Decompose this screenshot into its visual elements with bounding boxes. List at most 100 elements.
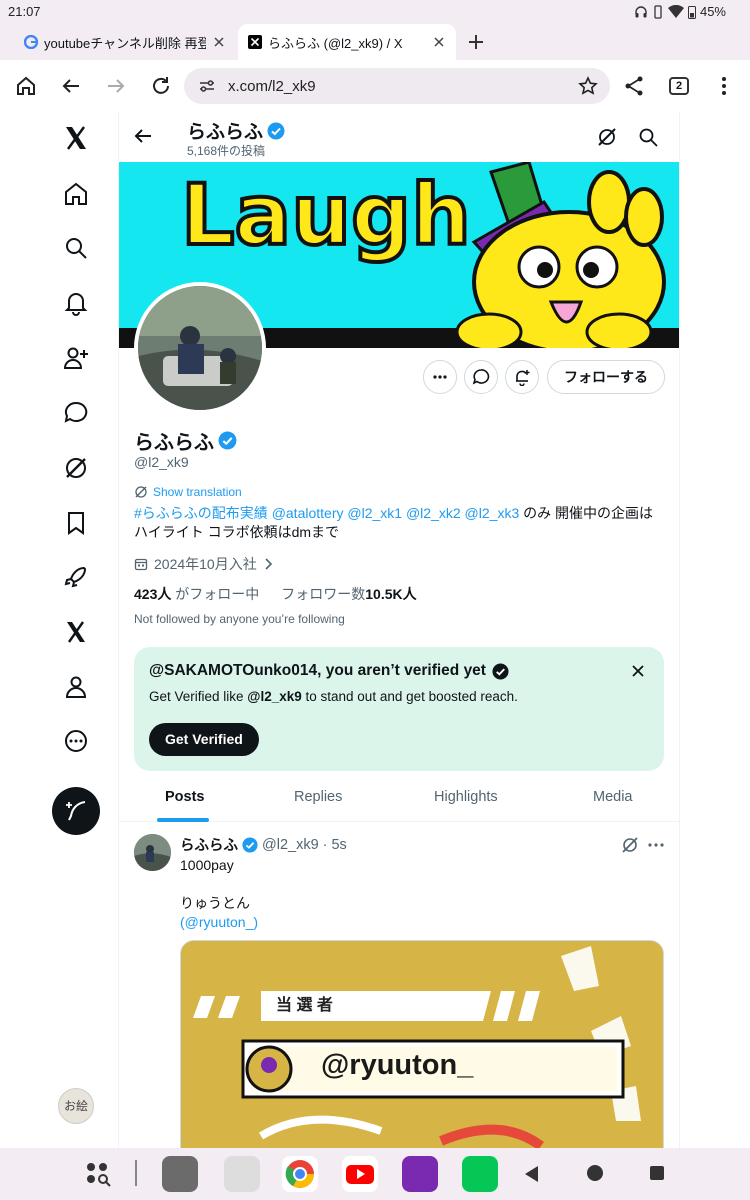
more-circle-icon[interactable] [62,727,90,755]
forward-icon[interactable] [104,74,128,98]
following-label: がフォロー中 [171,586,260,602]
browser-tab-youtube[interactable]: youtubeチャンネル削除 再登録 [14,24,236,60]
search-icon[interactable] [62,234,90,262]
verify-title-text: @SAKAMOTOunko014, you aren’t verified ye… [149,662,486,679]
battery-level: 45% [699,4,726,19]
winner-handle: @ryuuton_ [321,1049,474,1081]
chrome-app-icon[interactable] [282,1156,318,1192]
account-avatar[interactable]: お絵 [58,1088,94,1124]
tweet-text: 1000pay りゅうとん (@ryuuton_) [180,856,258,932]
profile-name: らふらふ [134,426,237,455]
close-icon[interactable] [630,663,646,679]
verification-promo: @SAKAMOTOunko014, you aren’t verified ye… [134,647,664,771]
share-icon[interactable] [622,74,646,98]
tab-media[interactable]: Media [593,789,633,805]
grok-icon[interactable] [621,836,639,854]
address-bar[interactable]: x.com/l2_xk9 [184,68,610,104]
back-icon[interactable] [59,74,83,98]
close-icon[interactable] [212,35,226,49]
tab-switcher-button[interactable]: 2 [669,77,689,95]
followers-label: フォロワー数 [281,586,366,602]
more-dots-icon[interactable] [647,836,665,854]
post-count: 5,168件の投稿 [187,144,266,158]
bookmarks-icon[interactable] [62,509,90,537]
not-followed-note: Not followed by anyone you’re following [134,612,345,626]
followers-link[interactable]: フォロワー数10.5K人 [281,584,416,604]
notify-button[interactable] [505,360,539,394]
wifi-icon [667,4,684,18]
tweet-avatar[interactable] [134,834,171,871]
tweet-mention-link[interactable]: (@ryuuton_) [180,913,258,932]
search-icon[interactable] [637,126,659,148]
home-icon[interactable] [14,74,38,98]
verify-sub-post: to stand out and get boosted reach. [301,689,518,704]
reload-icon[interactable] [149,74,173,98]
nav-back-icon[interactable] [522,1164,540,1184]
new-tab-icon[interactable] [466,32,486,52]
messages-icon[interactable] [62,399,90,427]
more-options-button[interactable] [423,360,457,394]
close-icon[interactable] [432,35,446,49]
bio-hashtag-link[interactable]: #らふらふの配布実績 [134,505,268,521]
bell-plus-icon [516,370,530,386]
show-translation-link[interactable]: Show translation [134,485,242,499]
tweet-time[interactable]: · 5s [323,837,347,853]
home-icon[interactable] [62,180,90,208]
profile-avatar[interactable] [134,282,266,414]
menu-dots-icon[interactable] [712,74,736,98]
bio-mention-link[interactable]: @atalottery [272,505,344,521]
youtube-app-icon[interactable] [342,1156,378,1192]
follow-button[interactable]: フォローする [547,360,665,394]
follow-user-icon[interactable] [62,344,90,372]
more-dots-icon [433,375,447,379]
winner-label: 当 選 者 [276,997,333,1014]
profile-bio: #らふらふの配布実績 @atalottery @l2_xk1 @l2_xk2 @… [134,504,664,542]
camera-app-icon[interactable] [224,1156,260,1192]
browser-tab-x-profile[interactable]: らふらふ (@l2_xk9) / X [238,24,456,60]
grok-icon[interactable] [62,454,90,482]
profile-column: らふらふ 5,168件の投稿 Laugh フォローする らふらふ @l2_xk9… [118,112,680,1148]
tweet-author-name[interactable]: らふらふ [180,834,238,855]
verified-badge-icon [242,836,258,853]
x-premium-icon[interactable] [62,618,90,646]
bio-mention-link[interactable]: @l2_xk3 [465,505,520,521]
grok-icon[interactable] [596,126,618,148]
game-app-icon[interactable] [402,1156,438,1192]
url-text: x.com/l2_xk9 [228,78,316,95]
compose-post-button[interactable] [52,787,100,835]
google-icon [24,35,38,49]
x-logo-icon[interactable] [62,124,90,152]
tweet-handle[interactable]: @l2_xk9 [262,837,319,853]
tab-highlights[interactable]: Highlights [434,789,498,805]
tab-posts[interactable]: Posts [165,789,205,805]
joined-date[interactable]: 2024年10月入社 [134,554,273,574]
profile-tabs: Posts Replies Highlights Media [119,777,679,822]
get-verified-button[interactable]: Get Verified [149,723,259,756]
settings-app-icon[interactable] [162,1156,198,1192]
nav-recents-icon[interactable] [648,1164,666,1182]
back-arrow-icon[interactable] [133,126,153,146]
browser-toolbar: x.com/l2_xk9 [0,60,750,112]
bookmark-star-icon[interactable] [578,76,598,96]
grok-translate-icon [135,486,147,498]
chrome-logo-icon [285,1160,314,1188]
tweet-image[interactable]: 当 選 者 @ryuuton_ [180,940,664,1148]
notifications-bell-icon[interactable] [62,289,90,317]
site-settings-icon[interactable] [198,78,216,94]
verified-badge-icon [267,122,285,139]
bio-mention-link[interactable]: @l2_xk2 [406,505,461,521]
calendar-icon [134,558,148,571]
nav-home-icon[interactable] [584,1162,606,1184]
tweet-line: 1000pay [180,857,234,873]
bio-mention-link[interactable]: @l2_xk1 [347,505,402,521]
tweet[interactable]: らふらふ @l2_xk9 · 5s 1000pay りゅうとん (@ryuuto… [119,824,679,1148]
rocket-icon[interactable] [62,563,90,591]
app-drawer-search-icon[interactable] [84,1160,112,1188]
line-app-icon[interactable] [462,1156,498,1192]
profile-icon[interactable] [62,673,90,701]
dock-divider [135,1160,137,1186]
following-link[interactable]: 423人 がフォロー中 [134,584,259,604]
bio-text-line2: ハイライト コラボ依頼はdmまで [134,524,340,540]
tab-replies[interactable]: Replies [294,789,342,805]
message-button[interactable] [464,360,498,394]
